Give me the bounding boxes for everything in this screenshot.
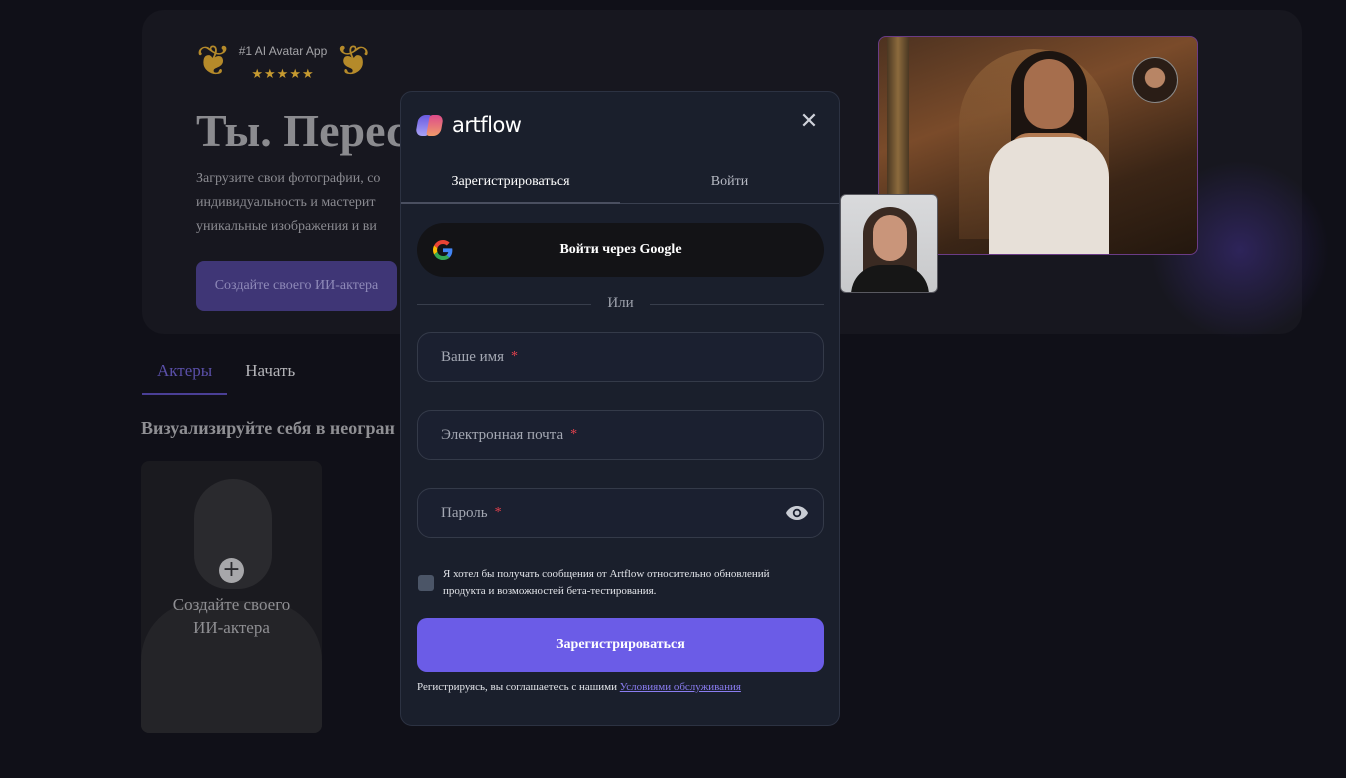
award-stars-icon: ★★★★★ <box>251 67 315 82</box>
tab-actors[interactable]: Актеры <box>142 355 228 395</box>
name-field[interactable]: Ваше имя * <box>417 332 824 382</box>
artflow-logo: artflow <box>415 112 522 138</box>
hero-title: Ты. Перес <box>196 105 407 156</box>
google-button-label: Войти через Google <box>559 242 682 257</box>
email-field[interactable]: Электронная почта * <box>417 410 824 460</box>
hero-description-line: индивидуальность и мастерит <box>196 195 376 210</box>
consent-text: Я хотел бы получать сообщения от Artflow… <box>443 568 770 597</box>
artflow-logo-icon <box>415 113 445 137</box>
logo-text: artflow <box>452 113 522 137</box>
or-divider: Или <box>417 295 824 315</box>
email-placeholder: Электронная почта <box>441 426 564 443</box>
plus-icon: + <box>219 558 244 583</box>
avatar <box>1132 57 1178 103</box>
close-icon[interactable]: ✕ <box>799 111 819 133</box>
section-heading: Визуализируйте себя в неогран <box>141 418 395 438</box>
consent-checkbox[interactable] <box>418 575 434 591</box>
password-field[interactable]: Пароль * <box>417 488 824 538</box>
eye-icon[interactable] <box>785 503 809 523</box>
hero-description: Загрузите свои фотографии, со индивидуал… <box>196 167 380 239</box>
or-label: Или <box>607 295 634 311</box>
name-placeholder: Ваше имя <box>441 348 505 365</box>
register-button[interactable]: Зарегистрироваться <box>417 618 824 672</box>
terms-text: Регистрируясь, вы соглашаетесь с нашими … <box>417 681 741 693</box>
tab-register[interactable]: Зарегистрироваться <box>401 170 620 204</box>
hero-photo-small <box>840 194 938 293</box>
hero-description-line: уникальные изображения и ви <box>196 219 377 234</box>
page-tabs: Актеры Начать <box>142 355 310 395</box>
tab-start[interactable]: Начать <box>227 355 310 395</box>
google-signin-button[interactable]: Войти через Google <box>417 223 824 277</box>
required-mark: * <box>494 505 502 520</box>
award-badge: ❦ ❦ #1 AI Avatar App ★★★★★ <box>196 36 370 88</box>
signup-modal: artflow ✕ Зарегистрироваться Войти Войти… <box>400 91 840 726</box>
auth-tabs: Зарегистрироваться Войти <box>401 170 839 204</box>
terms-prefix: Регистрируясь, вы соглашаетесь с нашими <box>417 681 620 693</box>
required-mark: * <box>511 349 519 364</box>
required-mark: * <box>570 427 578 442</box>
tab-login[interactable]: Войти <box>620 170 839 203</box>
create-actor-card[interactable]: + Создайте своего ИИ-актера <box>141 461 322 733</box>
hero-description-line: Загрузите свои фотографии, со <box>196 171 381 186</box>
password-placeholder: Пароль <box>441 504 488 521</box>
create-ai-actor-button[interactable]: Создайте своего ИИ-актера <box>196 261 397 311</box>
terms-link[interactable]: Условиями обслуживания <box>620 681 741 693</box>
google-icon <box>433 240 453 260</box>
create-actor-label: Создайте своего ИИ-актера <box>172 595 291 637</box>
award-title: #1 AI Avatar App <box>238 44 328 58</box>
